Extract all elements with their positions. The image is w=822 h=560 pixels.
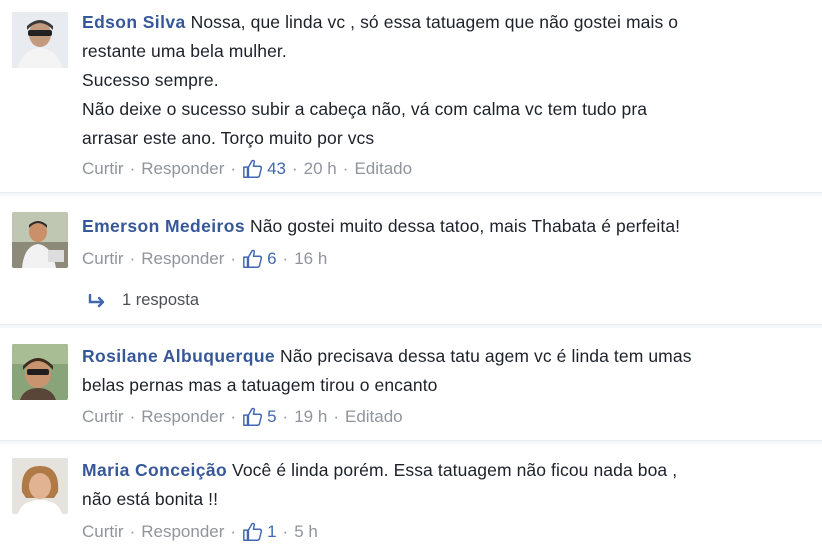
reply-arrow-icon xyxy=(88,293,105,307)
like-count[interactable]: 1 xyxy=(267,520,276,544)
comment-actions: Curtir · Responder · 5 · 19 h · Editado xyxy=(82,405,802,429)
thumbs-up-icon[interactable] xyxy=(242,248,264,270)
timestamp[interactable]: 5 h xyxy=(294,520,318,544)
thumbs-up-icon[interactable] xyxy=(242,158,264,180)
reply-link[interactable]: Responder xyxy=(141,157,224,181)
timestamp[interactable]: 19 h xyxy=(294,405,327,429)
comment-text-line: não está bonita !! xyxy=(82,489,219,509)
comment-text: Maria Conceição Você é linda porém. Essa… xyxy=(82,456,802,514)
like-count[interactable]: 6 xyxy=(267,247,276,271)
reply-link[interactable]: Responder xyxy=(141,405,224,429)
comment-text: Rosilane Albuquerque Não precisava dessa… xyxy=(82,342,802,400)
replies-count[interactable]: 1 resposta xyxy=(122,291,199,310)
avatar[interactable] xyxy=(12,344,68,400)
comment-item: Maria Conceição Você é linda porém. Essa… xyxy=(0,444,822,560)
avatar[interactable] xyxy=(12,212,68,268)
comment-actions: Curtir · Responder · 1 · 5 h xyxy=(82,520,802,544)
avatar[interactable] xyxy=(12,458,68,514)
view-replies-link[interactable]: 1 resposta xyxy=(88,291,199,310)
comment-text: Edson Silva Nossa, que linda vc , só ess… xyxy=(82,8,802,153)
comment-actions: Curtir · Responder · 43 · 20 h · Editado xyxy=(82,157,802,181)
separator: · xyxy=(292,159,298,178)
reply-link[interactable]: Responder xyxy=(141,520,224,544)
like-link[interactable]: Curtir xyxy=(82,520,124,544)
like-link[interactable]: Curtir xyxy=(82,247,124,271)
timestamp[interactable]: 20 h xyxy=(304,157,337,181)
separator: · xyxy=(129,522,136,541)
comment-author[interactable]: Rosilane Albuquerque xyxy=(82,346,275,366)
comment-item: Edson Silva Nossa, que linda vc , só ess… xyxy=(0,0,822,193)
comment-item: Rosilane Albuquerque Não precisava dessa… xyxy=(0,328,822,441)
separator: · xyxy=(230,522,237,541)
separator: · xyxy=(129,249,136,268)
separator: · xyxy=(282,522,289,541)
comment-text-line: Não deixe o sucesso subir a cabeça não, … xyxy=(82,99,648,119)
comment-text-line: Você é linda porém. Essa tatuagem não fi… xyxy=(232,460,678,480)
thumbs-up-icon[interactable] xyxy=(242,521,264,543)
thumbs-up-icon[interactable] xyxy=(242,406,264,428)
like-link[interactable]: Curtir xyxy=(82,157,124,181)
separator: · xyxy=(230,249,237,268)
separator: · xyxy=(333,407,339,426)
comment-text-line: Não precisava dessa tatu agem vc é linda… xyxy=(280,346,692,366)
separator: · xyxy=(282,249,289,268)
comment-text-line: Sucesso sempre. xyxy=(82,70,219,90)
comment-text-line: Não gostei muito dessa tatoo, mais Thaba… xyxy=(249,216,681,236)
like-count[interactable]: 5 xyxy=(267,405,276,429)
comment-text-line: Nossa, que linda vc , só essa tatuagem q… xyxy=(190,12,679,32)
avatar[interactable] xyxy=(12,12,68,68)
comment-text: Emerson Medeiros Não gostei muito dessa … xyxy=(82,212,802,241)
comment-item: Emerson Medeiros Não gostei muito dessa … xyxy=(0,196,822,325)
comment-text-line: restante uma bela mulher. xyxy=(82,41,287,61)
separator: · xyxy=(230,159,237,178)
reply-link[interactable]: Responder xyxy=(141,247,224,271)
separator: · xyxy=(230,407,237,426)
separator: · xyxy=(342,159,349,178)
separator: · xyxy=(129,159,136,178)
comment-author[interactable]: Edson Silva xyxy=(82,12,186,32)
comment-author[interactable]: Maria Conceição xyxy=(82,460,227,480)
like-count[interactable]: 43 xyxy=(267,157,286,181)
comment-author[interactable]: Emerson Medeiros xyxy=(82,216,245,236)
edited-label[interactable]: Editado xyxy=(345,405,403,429)
separator: · xyxy=(282,407,289,426)
separator: · xyxy=(129,407,136,426)
timestamp[interactable]: 16 h xyxy=(294,247,327,271)
edited-label[interactable]: Editado xyxy=(354,157,412,181)
like-link[interactable]: Curtir xyxy=(82,405,124,429)
comment-actions: Curtir · Responder · 6 · 16 h xyxy=(82,247,802,271)
comment-text-line: arrasar este ano. Torço muito por vcs xyxy=(82,128,375,148)
comment-text-line: belas pernas mas a tatuagem tirou o enca… xyxy=(82,375,438,395)
